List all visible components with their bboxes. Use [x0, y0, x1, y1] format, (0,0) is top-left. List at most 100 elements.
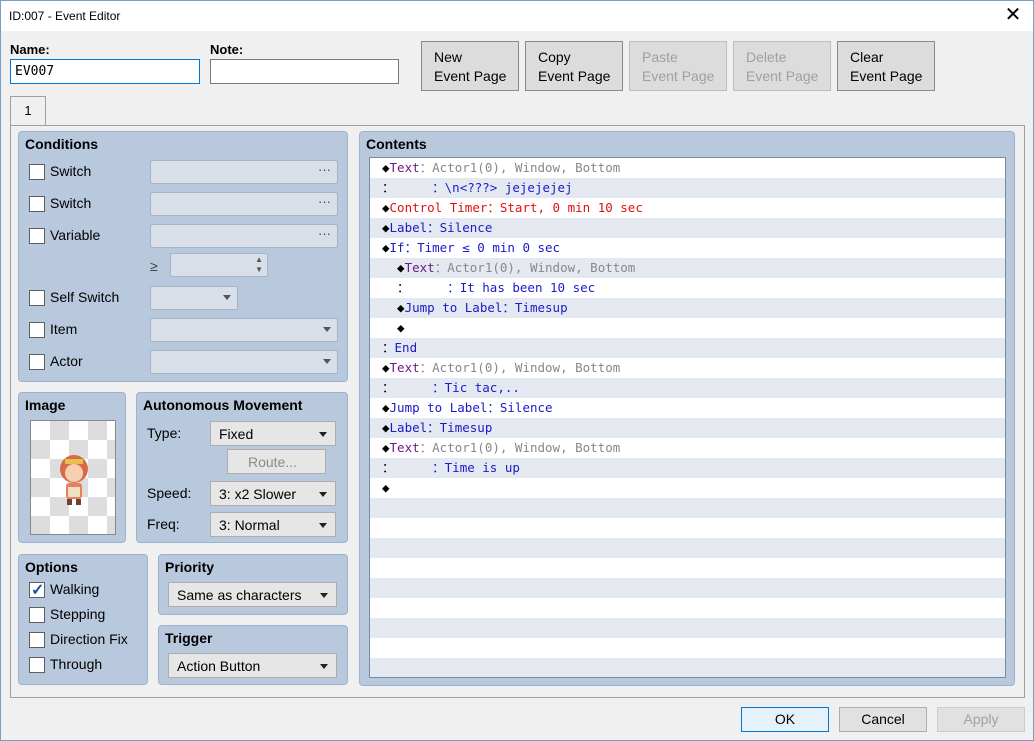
character-image[interactable]	[30, 420, 116, 535]
command-row[interactable]: ◆	[370, 478, 1005, 498]
switch2-checkbox[interactable]	[29, 196, 45, 212]
item-dropdown[interactable]	[150, 318, 338, 342]
stepping-checkbox[interactable]	[29, 607, 45, 623]
actor-checkbox[interactable]	[29, 354, 45, 370]
chevron-down-icon	[323, 359, 331, 364]
command-row[interactable]: ◆If：Timer ≤ 0 min 0 sec	[370, 238, 1005, 258]
image-panel: Image	[18, 392, 126, 543]
command-segment: If：Timer ≤ 0 min 0 sec	[389, 240, 561, 255]
command-row[interactable]	[370, 658, 1005, 677]
note-input[interactable]	[210, 59, 399, 84]
command-segment: ◆	[382, 440, 390, 455]
command-row[interactable]: ◆Label：Timesup	[370, 418, 1005, 438]
tab-page-1[interactable]: 1	[10, 96, 46, 126]
command-segment: ：It has been 10 sec	[447, 280, 596, 295]
note-label: Note:	[210, 42, 244, 57]
command-segment: Text	[389, 360, 420, 375]
freq-label: Freq:	[147, 516, 180, 532]
switch1-selector[interactable]: ···	[150, 160, 338, 184]
direction-fix-checkbox[interactable]	[29, 632, 45, 648]
command-segment: ◆	[382, 480, 390, 495]
title-bar: ID:007 - Event Editor ✕	[1, 1, 1033, 31]
paste-label-1: Paste	[642, 49, 678, 65]
page-body: Conditions Switch ··· Switch ··· Variabl…	[10, 125, 1025, 698]
paste-label-2: Event Page	[642, 68, 715, 84]
route-button[interactable]: Route...	[227, 449, 326, 474]
image-title: Image	[25, 397, 66, 413]
command-segment: ◆	[382, 220, 390, 235]
priority-dropdown[interactable]: Same as characters	[168, 582, 337, 607]
command-row[interactable]: ： ：Time is up	[370, 458, 1005, 478]
copy-event-page-button[interactable]: Copy Event Page	[525, 41, 623, 91]
speed-dropdown[interactable]: 3: x2 Slower	[210, 481, 336, 506]
command-row[interactable]	[370, 538, 1005, 558]
command-row[interactable]: ◆Text：Actor1(0), Window, Bottom	[370, 358, 1005, 378]
command-row[interactable]: ◆Text：Actor1(0), Window, Bottom	[370, 258, 1005, 278]
variable-selector[interactable]: ···	[150, 224, 338, 248]
variable-value-spinner[interactable]: ▲ ▼	[170, 253, 268, 277]
command-row[interactable]: ◆Label：Silence	[370, 218, 1005, 238]
command-row[interactable]: ◆Jump to Label：Silence	[370, 398, 1005, 418]
command-segment: ：\n<???> jejejejej	[432, 180, 573, 195]
variable-dots: ···	[318, 226, 331, 241]
command-row[interactable]	[370, 598, 1005, 618]
command-segment: Text	[389, 440, 420, 455]
close-icon[interactable]: ✕	[1003, 5, 1023, 25]
trigger-dropdown[interactable]: Action Button	[168, 653, 337, 678]
command-segment: Jump to Label：Timesup	[404, 300, 568, 315]
variable-checkbox[interactable]	[29, 228, 45, 244]
item-checkbox[interactable]	[29, 322, 45, 338]
actor-label: Actor	[50, 353, 83, 369]
command-row[interactable]: ： ：\n<???> jejejejej	[370, 178, 1005, 198]
actor-dropdown[interactable]	[150, 350, 338, 374]
freq-dropdown[interactable]: 3: Normal	[210, 512, 336, 537]
spinner-up-icon[interactable]: ▲	[255, 255, 263, 264]
options-panel: Options Walking Stepping Direction Fix T…	[18, 554, 148, 685]
switch1-label: Switch	[50, 163, 92, 179]
command-row[interactable]: ： ：It has been 10 sec	[370, 278, 1005, 298]
stepping-label: Stepping	[50, 606, 106, 622]
command-row[interactable]	[370, 638, 1005, 658]
command-row[interactable]: ◆	[370, 318, 1005, 338]
paste-event-page-button[interactable]: Paste Event Page	[629, 41, 727, 91]
command-row[interactable]: ：End	[370, 338, 1005, 358]
command-row[interactable]	[370, 518, 1005, 538]
command-row[interactable]	[370, 558, 1005, 578]
chevron-down-icon	[320, 664, 328, 669]
command-row[interactable]	[370, 498, 1005, 518]
apply-button[interactable]: Apply	[937, 707, 1025, 732]
command-row[interactable]	[370, 618, 1005, 638]
priority-value: Same as characters	[177, 587, 302, 603]
type-dropdown[interactable]: Fixed	[210, 421, 336, 446]
command-row[interactable]: ： ：Tic tac,..	[370, 378, 1005, 398]
command-row[interactable]	[370, 578, 1005, 598]
self-switch-dropdown[interactable]	[150, 286, 238, 310]
spinner-down-icon[interactable]: ▼	[255, 265, 263, 274]
window-title: ID:007 - Event Editor	[9, 9, 121, 23]
command-segment: Text	[404, 260, 435, 275]
event-command-list[interactable]: ◆Text：Actor1(0), Window, Bottom： ：\n<???…	[369, 157, 1006, 678]
command-segment: ：	[382, 280, 448, 295]
command-row[interactable]: ◆Control Timer：Start, 0 min 10 sec	[370, 198, 1005, 218]
clear-label-2: Event Page	[850, 68, 923, 84]
ok-button[interactable]: OK	[741, 707, 829, 732]
event-editor-window: ID:007 - Event Editor ✕ Name: EV007 Note…	[0, 0, 1034, 741]
through-checkbox[interactable]	[29, 657, 45, 673]
switch2-selector[interactable]: ···	[150, 192, 338, 216]
name-input[interactable]: EV007	[10, 59, 200, 84]
switch1-checkbox[interactable]	[29, 164, 45, 180]
walking-checkbox[interactable]	[29, 580, 45, 600]
command-segment: ◆	[382, 300, 405, 315]
direction-fix-label: Direction Fix	[50, 631, 128, 647]
cancel-button[interactable]: Cancel	[839, 707, 927, 732]
command-row[interactable]: ◆Jump to Label：Timesup	[370, 298, 1005, 318]
new-event-page-button[interactable]: New Event Page	[421, 41, 519, 91]
command-row[interactable]: ◆Text：Actor1(0), Window, Bottom	[370, 158, 1005, 178]
delete-event-page-button[interactable]: Delete Event Page	[733, 41, 831, 91]
command-segment: ：Tic tac,..	[432, 380, 520, 395]
type-value: Fixed	[219, 426, 254, 442]
command-row[interactable]: ◆Text：Actor1(0), Window, Bottom	[370, 438, 1005, 458]
type-label: Type:	[147, 425, 182, 441]
clear-event-page-button[interactable]: Clear Event Page	[837, 41, 935, 91]
self-switch-checkbox[interactable]	[29, 290, 45, 306]
